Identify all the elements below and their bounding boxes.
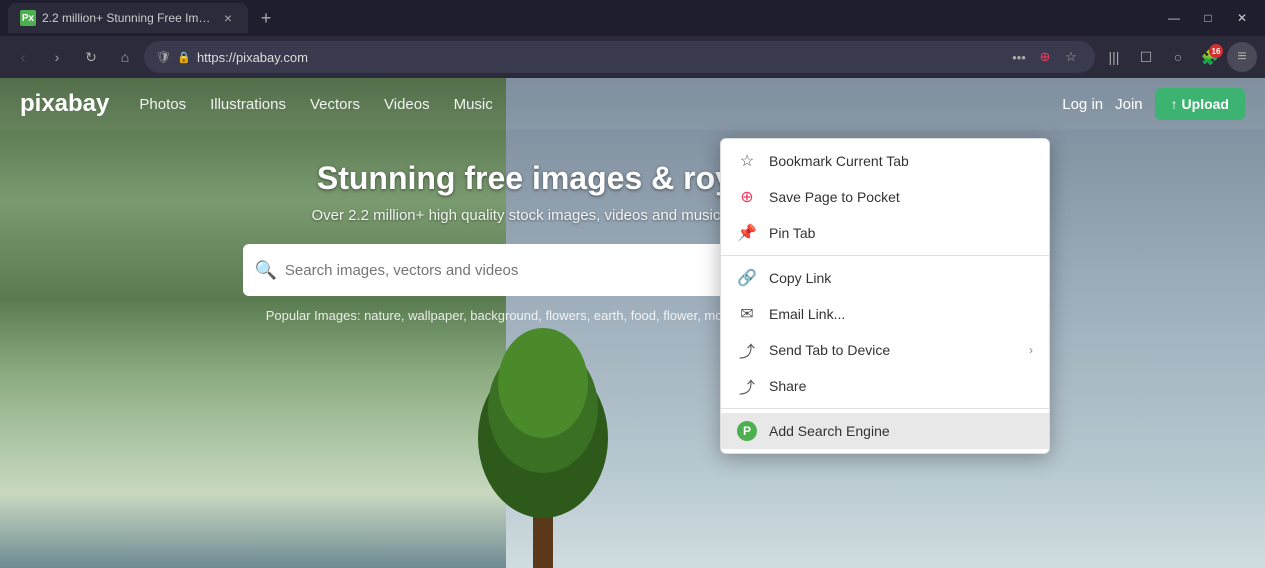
- address-bar-icons: ••• ⊕ ☆: [1007, 45, 1083, 69]
- email-link-label: Email Link...: [769, 306, 1033, 322]
- nav-illustrations[interactable]: Illustrations: [210, 96, 286, 113]
- upload-button[interactable]: ↑ Upload: [1155, 88, 1245, 120]
- security-icon: 🛡: [156, 50, 171, 64]
- join-button[interactable]: Join: [1115, 96, 1143, 113]
- email-icon: ✉: [737, 304, 757, 324]
- synced-tabs-button[interactable]: ☐: [1131, 42, 1161, 72]
- minimize-button[interactable]: —: [1159, 3, 1189, 33]
- site-nav: pixabay Photos Illustrations Vectors Vid…: [0, 78, 1265, 130]
- site-nav-right: Log in Join ↑ Upload: [1062, 88, 1245, 120]
- profile-button[interactable]: ○: [1163, 42, 1193, 72]
- add-search-icon: P: [737, 421, 757, 441]
- pin-label: Pin Tab: [769, 225, 1033, 241]
- home-icon: ⌂: [121, 49, 129, 65]
- bookmark-star-button[interactable]: ☆: [1059, 45, 1083, 69]
- send-tab-label: Send Tab to Device: [769, 342, 1017, 358]
- extensions-button[interactable]: 🧩 16: [1195, 42, 1225, 72]
- bookmark-menu-icon: ☆: [737, 151, 757, 171]
- forward-button[interactable]: ›: [42, 42, 72, 72]
- site-nav-links: Photos Illustrations Vectors Videos Musi…: [139, 96, 1062, 113]
- maximize-button[interactable]: □: [1193, 3, 1223, 33]
- synced-tabs-icon: ☐: [1140, 49, 1153, 66]
- nav-music[interactable]: Music: [454, 96, 493, 113]
- back-icon: ‹: [21, 49, 26, 65]
- context-menu: ☆ Bookmark Current Tab ⊕ Save Page to Po…: [720, 138, 1050, 454]
- add-search-label: Add Search Engine: [769, 423, 1033, 439]
- hero-title: Stunning free images & royalty free stoc…: [0, 160, 1265, 197]
- tab-bar: Px 2.2 million+ Stunning Free Ima... × +: [8, 3, 1159, 33]
- new-tab-button[interactable]: +: [252, 4, 280, 32]
- popular-tags: Popular Images: nature, wallpaper, backg…: [0, 308, 1265, 323]
- nav-bar: ‹ › ↻ ⌂ 🛡 🔒 ••• ⊕ ☆: [0, 36, 1265, 78]
- hero-subtitle: Over 2.2 million+ high quality stock ima…: [0, 207, 1265, 224]
- menu-divider-2: [721, 408, 1049, 409]
- tab-favicon: Px: [20, 10, 36, 26]
- browser-window: Px 2.2 million+ Stunning Free Ima... × +…: [0, 0, 1265, 568]
- menu-item-copy-link[interactable]: 🔗 Copy Link: [721, 260, 1049, 296]
- site-logo[interactable]: pixabay: [20, 90, 109, 118]
- nav-photos[interactable]: Photos: [139, 96, 186, 113]
- popular-prefix: Popular Images:: [266, 308, 361, 323]
- menu-item-send-tab[interactable]: ⤴ Send Tab to Device ›: [721, 332, 1049, 368]
- pocket-button[interactable]: ⊕: [1033, 45, 1057, 69]
- tab-close-button[interactable]: ×: [220, 8, 236, 28]
- tree-svg: [443, 288, 643, 568]
- menu-divider-1: [721, 255, 1049, 256]
- pin-menu-icon: 📌: [737, 223, 757, 243]
- copy-link-label: Copy Link: [769, 270, 1033, 286]
- title-bar: Px 2.2 million+ Stunning Free Ima... × +…: [0, 0, 1265, 36]
- tree-decoration: [443, 288, 643, 568]
- bookmark-icon: ☆: [1065, 49, 1077, 65]
- sidebar-icon: |||: [1109, 49, 1120, 65]
- hamburger-icon: ≡: [1237, 48, 1246, 66]
- toolbar-icons: ||| ☐ ○ 🧩 16 ≡: [1099, 42, 1257, 72]
- menu-item-pin[interactable]: 📌 Pin Tab: [721, 215, 1049, 251]
- send-tab-icon: ⤴: [737, 340, 757, 360]
- window-controls: — □ ✕: [1159, 3, 1257, 33]
- menu-item-bookmark[interactable]: ☆ Bookmark Current Tab: [721, 143, 1049, 179]
- security-lock: 🔒: [177, 51, 191, 64]
- copy-link-icon: 🔗: [737, 268, 757, 288]
- reload-button[interactable]: ↻: [76, 42, 106, 72]
- address-bar[interactable]: 🛡 🔒 ••• ⊕ ☆: [144, 41, 1095, 73]
- more-address-button[interactable]: •••: [1007, 45, 1031, 69]
- url-input[interactable]: [197, 50, 1001, 65]
- hero-section: Stunning free images & royalty free stoc…: [0, 130, 1265, 323]
- menu-item-email-link[interactable]: ✉ Email Link...: [721, 296, 1049, 332]
- bookmark-label: Bookmark Current Tab: [769, 153, 1033, 169]
- more-icon: •••: [1012, 50, 1026, 65]
- pocket-menu-icon: ⊕: [737, 187, 757, 207]
- close-button[interactable]: ✕: [1227, 3, 1257, 33]
- active-tab[interactable]: Px 2.2 million+ Stunning Free Ima... ×: [8, 3, 248, 33]
- pocket-icon: ⊕: [1040, 49, 1051, 65]
- search-icon: 🔍: [255, 260, 277, 281]
- menu-item-share[interactable]: ⤴ Share: [721, 368, 1049, 404]
- page-content: pixabay Photos Illustrations Vectors Vid…: [0, 78, 1265, 568]
- share-icon: ⤴: [737, 376, 757, 396]
- profile-icon: ○: [1174, 49, 1182, 65]
- pocket-label: Save Page to Pocket: [769, 189, 1033, 205]
- forward-icon: ›: [55, 49, 60, 65]
- login-button[interactable]: Log in: [1062, 96, 1103, 113]
- menu-item-add-search[interactable]: P Add Search Engine: [721, 413, 1049, 449]
- send-tab-arrow: ›: [1029, 343, 1033, 357]
- share-label: Share: [769, 378, 1033, 394]
- nav-videos[interactable]: Videos: [384, 96, 430, 113]
- menu-item-pocket[interactable]: ⊕ Save Page to Pocket: [721, 179, 1049, 215]
- reload-icon: ↻: [85, 49, 97, 66]
- tab-title: 2.2 million+ Stunning Free Ima...: [42, 11, 214, 25]
- nav-vectors[interactable]: Vectors: [310, 96, 360, 113]
- back-button[interactable]: ‹: [8, 42, 38, 72]
- browser-menu-button[interactable]: ≡: [1227, 42, 1257, 72]
- home-button[interactable]: ⌂: [110, 42, 140, 72]
- extensions-badge: 16: [1209, 44, 1223, 58]
- sidebar-button[interactable]: |||: [1099, 42, 1129, 72]
